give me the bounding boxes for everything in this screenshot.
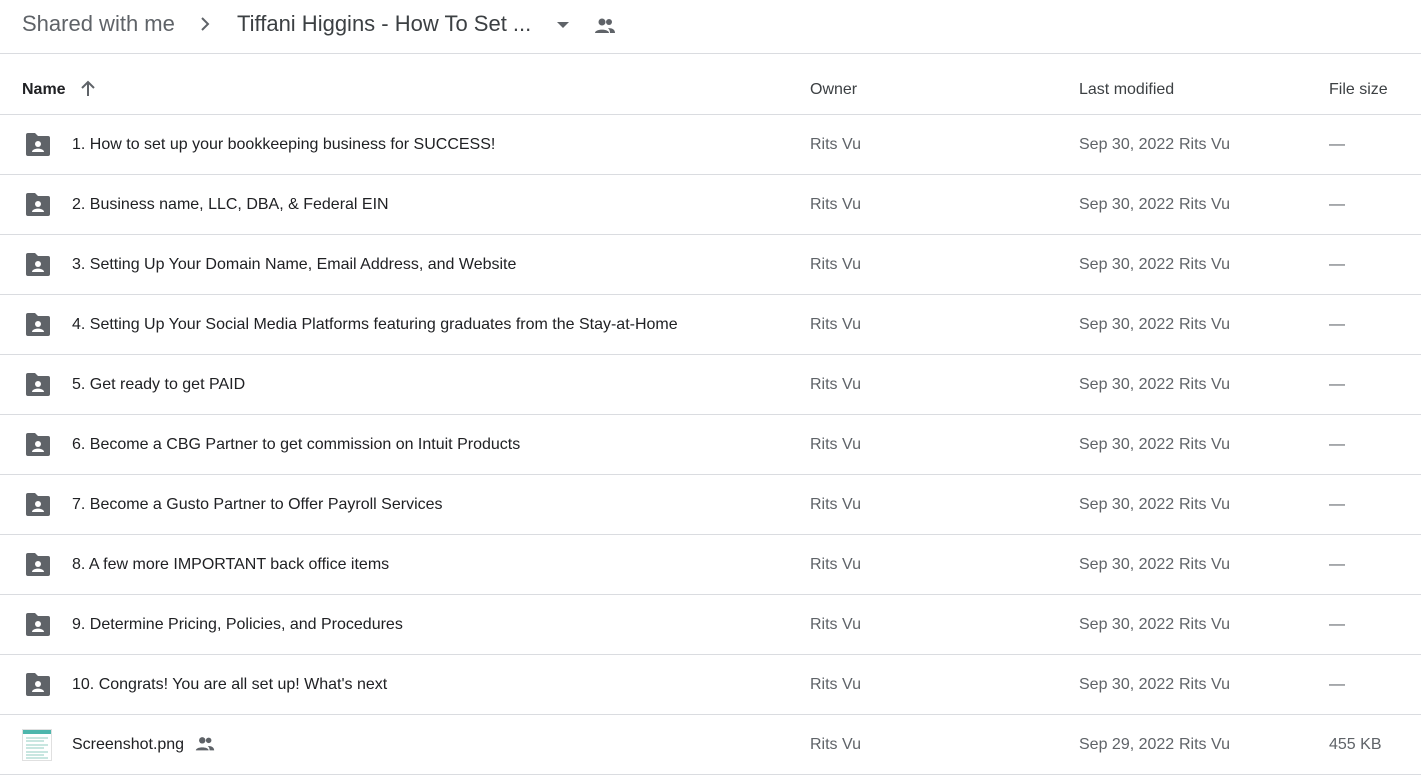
file-modified-date: Sep 30, 2022 xyxy=(1079,556,1175,573)
file-owner: Rits Vu xyxy=(810,556,861,573)
file-modified-date: Sep 30, 2022 xyxy=(1079,376,1175,393)
chevron-right-icon xyxy=(201,17,210,31)
breadcrumb: Shared with me Tiffani Higgins - How To … xyxy=(0,0,1421,54)
column-header-name[interactable]: Name xyxy=(22,81,66,99)
file-modified-date: Sep 30, 2022 xyxy=(1079,256,1175,273)
file-row[interactable]: 4. Setting Up Your Social Media Platform… xyxy=(0,295,1421,355)
file-owner: Rits Vu xyxy=(810,616,861,633)
file-modified-by: Rits Vu xyxy=(1179,136,1230,153)
file-name: Screenshot.png xyxy=(72,736,185,753)
file-size: — xyxy=(1329,256,1345,273)
file-modified-by: Rits Vu xyxy=(1179,316,1230,333)
file-row[interactable]: 6. Become a CBG Partner to get commissio… xyxy=(0,415,1421,475)
file-row[interactable]: 7. Become a Gusto Partner to Offer Payro… xyxy=(0,475,1421,535)
file-name: 4. Setting Up Your Social Media Platform… xyxy=(72,316,678,333)
breadcrumb-shared-with-me[interactable]: Shared with me xyxy=(22,10,175,38)
file-modified-by: Rits Vu xyxy=(1179,196,1230,213)
file-modified-date: Sep 29, 2022 xyxy=(1079,736,1175,753)
file-row[interactable]: 8. A few more IMPORTANT back office item… xyxy=(0,535,1421,595)
file-list: 1. How to set up your bookkeeping busine… xyxy=(0,115,1421,775)
shared-folder-icon xyxy=(24,432,52,458)
file-modified-by: Rits Vu xyxy=(1179,376,1230,393)
file-modified-by: Rits Vu xyxy=(1179,256,1230,273)
file-row[interactable]: 3. Setting Up Your Domain Name, Email Ad… xyxy=(0,235,1421,295)
file-name: 10. Congrats! You are all set up! What's… xyxy=(72,676,388,693)
file-owner: Rits Vu xyxy=(810,436,861,453)
shared-folder-icon xyxy=(24,492,52,518)
file-row[interactable]: 1. How to set up your bookkeeping busine… xyxy=(0,115,1421,175)
file-modified-by: Rits Vu xyxy=(1179,436,1230,453)
file-modified-by: Rits Vu xyxy=(1179,676,1230,693)
file-size: — xyxy=(1329,616,1345,633)
shared-folder-icon xyxy=(24,252,52,278)
file-owner: Rits Vu xyxy=(810,376,861,393)
column-header-file-size[interactable]: File size xyxy=(1329,81,1388,99)
file-modified-date: Sep 30, 2022 xyxy=(1079,616,1175,633)
file-size: — xyxy=(1329,316,1345,333)
image-thumbnail xyxy=(22,729,52,761)
file-row[interactable]: 10. Congrats! You are all set up! What's… xyxy=(0,655,1421,715)
shared-folder-icon xyxy=(24,312,52,338)
file-name: 8. A few more IMPORTANT back office item… xyxy=(72,556,390,573)
people-icon xyxy=(595,18,615,33)
file-size: — xyxy=(1329,436,1345,453)
file-modified-by: Rits Vu xyxy=(1179,496,1230,513)
file-modified-date: Sep 30, 2022 xyxy=(1079,436,1175,453)
file-owner: Rits Vu xyxy=(810,136,861,153)
shared-folder-icon xyxy=(24,372,52,398)
file-size: — xyxy=(1329,496,1345,513)
file-row[interactable]: 2. Business name, LLC, DBA, & Federal EI… xyxy=(0,175,1421,235)
column-header-last-modified[interactable]: Last modified xyxy=(1079,81,1174,99)
shared-folder-icon xyxy=(24,132,52,158)
file-modified-by: Rits Vu xyxy=(1179,736,1230,753)
breadcrumb-current-folder[interactable]: Tiffani Higgins - How To Set ... xyxy=(237,10,531,38)
file-row[interactable]: Screenshot.png Rits Vu Sep 29, 2022 Rits Vu… xyxy=(0,715,1421,775)
caret-down-icon[interactable] xyxy=(553,15,573,35)
shared-folder-icon xyxy=(24,192,52,218)
file-owner: Rits Vu xyxy=(810,736,861,753)
file-modified-date: Sep 30, 2022 xyxy=(1079,316,1175,333)
file-owner: Rits Vu xyxy=(810,676,861,693)
file-owner: Rits Vu xyxy=(810,256,861,273)
shared-folder-icon xyxy=(24,552,52,578)
shared-folder-icon xyxy=(24,612,52,638)
file-size: — xyxy=(1329,136,1345,153)
file-modified-date: Sep 30, 2022 xyxy=(1079,676,1175,693)
file-size: — xyxy=(1329,676,1345,693)
file-modified-date: Sep 30, 2022 xyxy=(1079,136,1175,153)
file-list-header: Name Owner Last modified File size xyxy=(0,55,1421,115)
file-name: 1. How to set up your bookkeeping busine… xyxy=(72,136,496,153)
file-name: 7. Become a Gusto Partner to Offer Payro… xyxy=(72,496,443,513)
file-size: — xyxy=(1329,556,1345,573)
file-row[interactable]: 5. Get ready to get PAID Rits Vu Sep 30, 2… xyxy=(0,355,1421,415)
people-icon xyxy=(194,733,216,755)
file-owner: Rits Vu xyxy=(810,196,861,213)
file-name: 9. Determine Pricing, Policies, and Proc… xyxy=(72,616,403,633)
file-modified-date: Sep 30, 2022 xyxy=(1079,196,1175,213)
file-name: 5. Get ready to get PAID xyxy=(72,376,246,393)
file-modified-date: Sep 30, 2022 xyxy=(1079,496,1175,513)
file-row[interactable]: 9. Determine Pricing, Policies, and Proc… xyxy=(0,595,1421,655)
arrow-up-icon[interactable] xyxy=(78,79,98,99)
file-owner: Rits Vu xyxy=(810,496,861,513)
file-size: — xyxy=(1329,376,1345,393)
file-owner: Rits Vu xyxy=(810,316,861,333)
file-modified-by: Rits Vu xyxy=(1179,556,1230,573)
file-name: 3. Setting Up Your Domain Name, Email Ad… xyxy=(72,256,517,273)
column-header-owner[interactable]: Owner xyxy=(810,81,857,99)
file-size: 455 KB xyxy=(1329,736,1382,753)
file-name: 2. Business name, LLC, DBA, & Federal EI… xyxy=(72,196,389,213)
file-name: 6. Become a CBG Partner to get commissio… xyxy=(72,436,521,453)
shared-folder-icon xyxy=(24,672,52,698)
file-size: — xyxy=(1329,196,1345,213)
file-modified-by: Rits Vu xyxy=(1179,616,1230,633)
